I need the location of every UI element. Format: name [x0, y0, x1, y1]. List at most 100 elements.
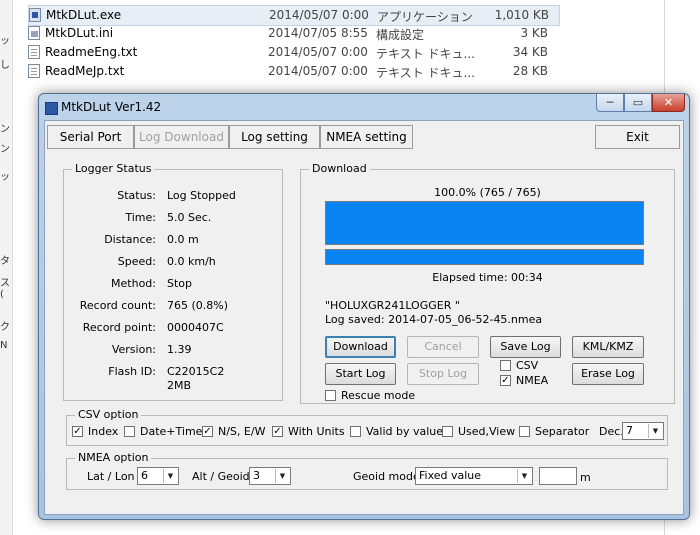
ns-ew-checkbox[interactable]: ✓	[202, 426, 213, 437]
app-icon	[45, 102, 58, 115]
progress-text: 100.0% (765 / 765)	[434, 186, 541, 199]
alt-geoid-select[interactable]: 3 ▼	[249, 467, 291, 485]
progress-bar-secondary	[325, 249, 644, 265]
used-view-checkbox[interactable]	[442, 426, 453, 437]
nav-text: ッ	[0, 36, 10, 47]
log-setting-button[interactable]: Log setting	[229, 125, 320, 149]
progress-bar	[325, 201, 644, 245]
record-point-value: 0000407C	[167, 321, 224, 334]
file-name: MtkDLut.ini	[45, 26, 114, 40]
file-date: 2014/05/07 0:00	[268, 45, 368, 59]
nav-text: タ	[0, 256, 10, 267]
nav-text: ッ	[0, 172, 10, 183]
text-file-icon	[28, 45, 40, 59]
serial-port-button[interactable]: Serial Port	[47, 125, 134, 149]
save-log-button[interactable]: Save Log	[490, 336, 561, 358]
geoid-value-input[interactable]	[539, 467, 577, 485]
file-type: 構成設定	[376, 28, 425, 42]
ini-icon	[28, 26, 40, 40]
nmea-option-group: NMEA option Lat / Lon 6 ▼ Alt / Geoid 3 …	[66, 451, 668, 490]
logger-status-group: Logger Status Status: Log Stopped Time: …	[63, 162, 283, 401]
geoid-model-value: Fixed value	[419, 469, 482, 482]
version-value: 1.39	[167, 343, 192, 356]
start-log-button[interactable]: Start Log	[325, 363, 396, 385]
geoid-model-select[interactable]: Fixed value ▼	[415, 467, 533, 485]
method-label: Method:	[111, 277, 156, 290]
dec-select[interactable]: 7 ▼	[622, 422, 664, 440]
status-label: Status:	[117, 189, 156, 202]
nav-text: し	[0, 60, 10, 71]
chevron-down-icon: ▼	[275, 469, 289, 483]
distance-label: Distance:	[104, 233, 156, 246]
nav-text: N	[0, 340, 8, 351]
kml-kmz-button[interactable]: KML/KMZ	[572, 336, 644, 358]
file-row[interactable]: MtkDLut.ini 2014/07/05 8:55 構成設定 3 KB	[28, 24, 558, 43]
with-units-label: With Units	[288, 425, 345, 438]
minimize-button[interactable]: ─	[596, 94, 624, 112]
nmea-option-title: NMEA option	[75, 451, 152, 464]
csv-option-title: CSV option	[75, 408, 142, 421]
nav-text: ス (	[0, 278, 10, 300]
cancel-button[interactable]: Cancel	[407, 336, 479, 358]
flash-id-label: Flash ID:	[108, 365, 156, 378]
log-download-button[interactable]: Log Download	[134, 125, 229, 149]
file-date: 2014/05/07 0:00	[268, 64, 368, 78]
device-name: "HOLUXGR241LOGGER "	[325, 299, 460, 312]
file-row[interactable]: ReadMeJp.txt 2014/05/07 0:00 テキスト ドキュ...…	[28, 62, 558, 81]
file-size: 3 KB	[520, 26, 548, 40]
download-group: Download 100.0% (765 / 765) Elapsed time…	[300, 162, 675, 404]
exe-icon	[29, 8, 41, 22]
dec-value: 7	[626, 424, 633, 437]
valid-by-value-checkbox[interactable]	[350, 426, 361, 437]
chevron-down-icon: ▼	[517, 469, 531, 483]
file-size: 28 KB	[512, 64, 548, 78]
stop-log-button[interactable]: Stop Log	[407, 363, 479, 385]
file-row[interactable]: ReadmeEng.txt 2014/05/07 0:00 テキスト ドキュ..…	[28, 43, 558, 62]
date-time-checkbox[interactable]	[124, 426, 135, 437]
rescue-mode-checkbox[interactable]	[325, 390, 336, 401]
file-name: MtkDLut.exe	[46, 8, 122, 22]
csv-option-group: CSV option ✓ Index Date+Time ✓ N/S, E/W …	[66, 408, 668, 446]
file-size: 34 KB	[512, 45, 548, 59]
lat-lon-select[interactable]: 6 ▼	[137, 467, 179, 485]
record-count-value: 765 (0.8%)	[167, 299, 229, 312]
maximize-button[interactable]: ▭	[624, 94, 652, 112]
file-row[interactable]: MtkDLut.exe 2014/05/07 0:00 アプリケーション 1,0…	[28, 5, 560, 26]
alt-geoid-value: 3	[253, 469, 260, 482]
exit-button[interactable]: Exit	[595, 125, 680, 149]
valid-by-value-label: Valid by value	[366, 425, 444, 438]
rescue-mode-label: Rescue mode	[341, 389, 416, 402]
file-name: ReadmeEng.txt	[45, 45, 138, 59]
method-value: Stop	[167, 277, 193, 290]
ns-ew-label: N/S, E/W	[218, 425, 266, 438]
window-client: Serial Port Log Download Log setting NME…	[44, 120, 684, 515]
with-units-checkbox[interactable]: ✓	[272, 426, 283, 437]
nav-text: ク	[0, 322, 10, 333]
close-button[interactable]: ✕	[652, 94, 685, 112]
dec-label: Dec.	[599, 425, 624, 438]
download-button[interactable]: Download	[325, 336, 396, 358]
nav-text: ン	[0, 124, 10, 135]
erase-log-button[interactable]: Erase Log	[572, 363, 644, 385]
file-type: テキスト ドキュ...	[376, 66, 475, 80]
separator-checkbox[interactable]	[519, 426, 530, 437]
csv-checkbox[interactable]	[500, 360, 511, 371]
download-title: Download	[309, 162, 370, 175]
text-file-icon	[28, 64, 40, 78]
record-point-label: Record point:	[82, 321, 156, 334]
lat-lon-value: 6	[141, 469, 148, 482]
used-view-label: Used,View	[458, 425, 516, 438]
file-name: ReadMeJp.txt	[45, 64, 125, 78]
speed-value: 0.0 km/h	[167, 255, 216, 268]
version-label: Version:	[111, 343, 156, 356]
window-title: MtkDLut Ver1.42	[61, 100, 162, 114]
time-label: Time:	[125, 211, 156, 224]
nmea-setting-button[interactable]: NMEA setting	[320, 125, 413, 149]
distance-value: 0.0 m	[167, 233, 199, 246]
nmea-checkbox[interactable]: ✓	[500, 375, 511, 386]
nmea-label: NMEA	[516, 374, 549, 387]
date-time-label: Date+Time	[140, 425, 203, 438]
index-checkbox[interactable]: ✓	[72, 426, 83, 437]
elapsed-time: Elapsed time: 00:34	[432, 271, 543, 284]
unit-label: m	[580, 471, 591, 484]
